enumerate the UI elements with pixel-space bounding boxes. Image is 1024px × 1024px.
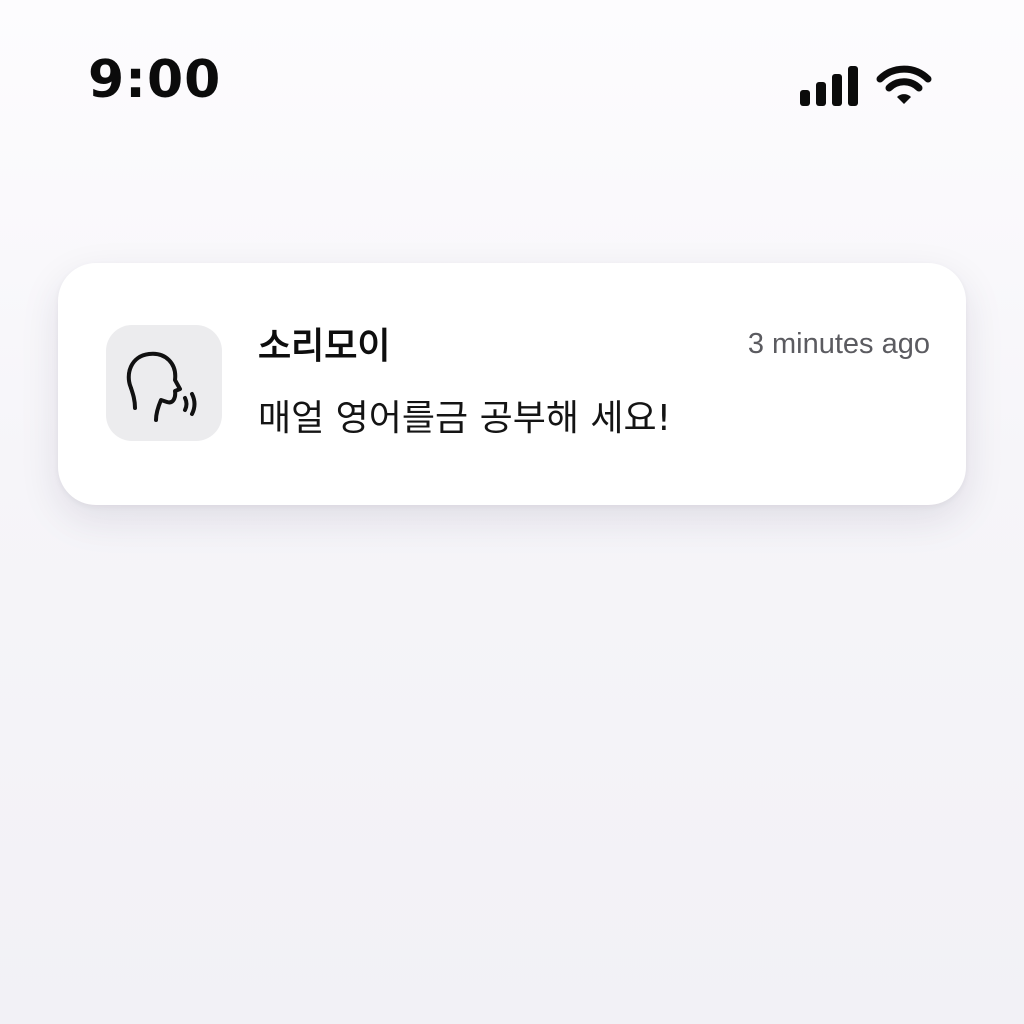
status-time: 9:00 (88, 50, 222, 110)
app-name: 소리모이 (258, 326, 391, 367)
signal-bar-4 (848, 66, 858, 106)
notification-message: 매얼 영어를금 공부해 세요! (258, 398, 672, 439)
signal-bar-3 (832, 74, 842, 106)
speaking-head-icon (121, 338, 207, 428)
notification-card[interactable]: 소리모이 3 minutes ago 매얼 영어를금 공부해 세요! (58, 263, 966, 505)
signal-bar-1 (800, 90, 810, 106)
app-icon (106, 325, 222, 441)
notification-timestamp: 3 minutes ago (747, 328, 930, 360)
status-bar: 9:00 (0, 0, 1024, 170)
cellular-signal-icon (800, 66, 858, 110)
status-icons (800, 64, 932, 110)
signal-bar-2 (816, 82, 826, 106)
wifi-icon (876, 64, 932, 110)
